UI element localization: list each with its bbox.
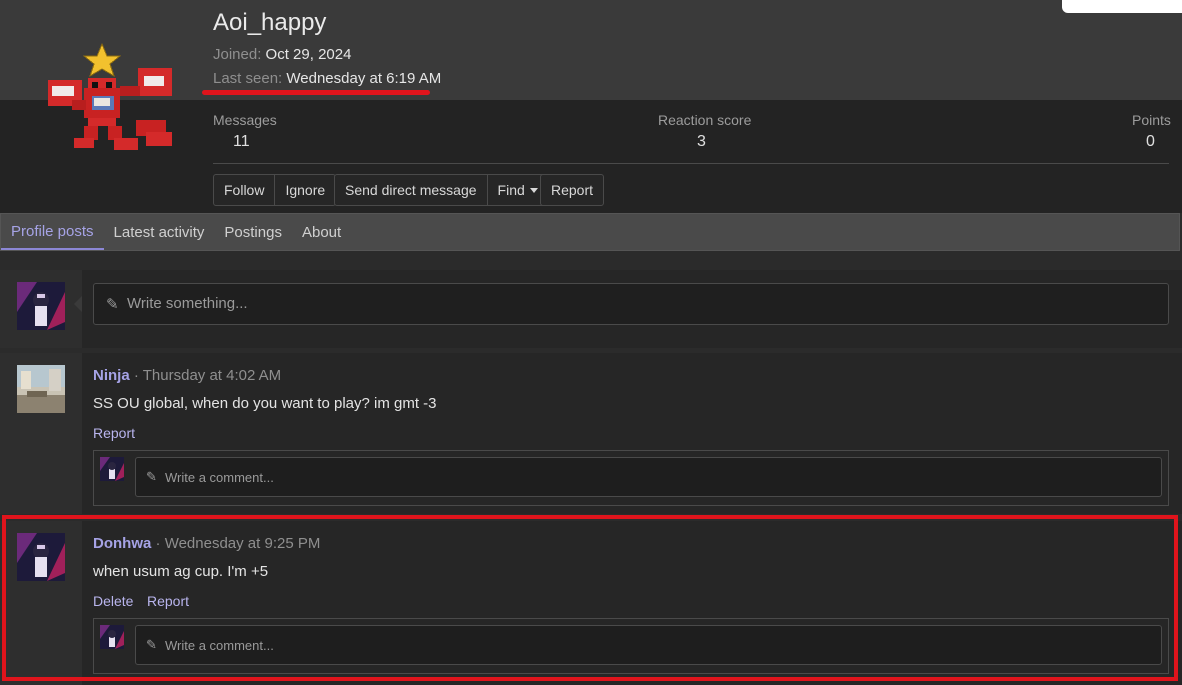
find-label: Find <box>497 182 525 198</box>
report-post-link[interactable]: Report <box>147 593 189 609</box>
messages-label: Messages <box>213 112 277 128</box>
donhwa-avatar[interactable] <box>17 533 65 581</box>
write-comment-input[interactable]: ✎ Write a comment... <box>135 625 1162 665</box>
points-value[interactable]: 0 <box>1146 133 1155 151</box>
reaction-score-label: Reaction score <box>658 112 752 128</box>
report-profile-button[interactable]: Report <box>541 175 603 205</box>
joined-value: Oct 29, 2024 <box>265 46 352 63</box>
post-body: when usum ag cup. I'm +5 <box>93 563 269 580</box>
write-something-placeholder: Write something... <box>127 295 248 312</box>
last-seen-info: Last seen: Wednesday at 6:19 AM <box>213 70 441 87</box>
post-author-link[interactable]: Ninja <box>93 367 130 384</box>
comment-avatar <box>100 625 124 649</box>
red-underline-annotation <box>202 90 430 95</box>
find-dropdown-button[interactable]: Find <box>488 175 548 205</box>
stats-divider <box>213 163 1169 164</box>
current-user-avatar[interactable] <box>17 282 65 330</box>
pencil-icon: ✎ <box>146 469 157 484</box>
tab-profile-posts[interactable]: Profile posts <box>1 214 104 250</box>
points-label: Points <box>1132 112 1171 128</box>
meta-separator: · <box>133 367 139 384</box>
comment-box: ✎ Write a comment... <box>93 618 1169 674</box>
comment-box: ✎ Write a comment... <box>93 450 1169 506</box>
report-post-link[interactable]: Report <box>93 425 135 441</box>
joined-label: Joined: <box>213 46 262 63</box>
message-find-group: Send direct message Find <box>334 174 549 206</box>
report-group: Report <box>540 174 605 206</box>
follow-button[interactable]: Follow <box>214 175 276 205</box>
post-meta: Donhwa · Wednesday at 9:25 PM <box>93 535 320 552</box>
profile-tabs: Profile posts Latest activity Postings A… <box>0 213 1180 251</box>
write-comment-placeholder: Write a comment... <box>165 638 274 653</box>
pencil-icon: ✎ <box>146 637 157 652</box>
write-comment-placeholder: Write a comment... <box>165 470 274 485</box>
post-meta: Ninja · Thursday at 4:02 AM <box>93 367 281 384</box>
reaction-score-value[interactable]: 3 <box>697 133 706 151</box>
ignore-button[interactable]: Ignore <box>275 175 335 205</box>
post-author-link[interactable]: Donhwa <box>93 535 151 552</box>
tab-about[interactable]: About <box>292 214 351 250</box>
last-seen-value[interactable]: Wednesday at 6:19 AM <box>286 70 441 87</box>
comment-avatar <box>100 457 124 481</box>
delete-post-link[interactable]: Delete <box>93 593 133 609</box>
last-seen-label: Last seen: <box>213 70 283 87</box>
post-body: SS OU global, when do you want to play? … <box>93 395 437 412</box>
post-timestamp[interactable]: Thursday at 4:02 AM <box>143 367 281 384</box>
top-overlay-box <box>1062 0 1182 13</box>
post-timestamp[interactable]: Wednesday at 9:25 PM <box>165 535 321 552</box>
chevron-down-icon <box>529 187 538 193</box>
messages-value[interactable]: 11 <box>233 133 250 151</box>
meta-separator: · <box>155 535 161 552</box>
tab-postings[interactable]: Postings <box>214 214 292 250</box>
write-comment-input[interactable]: ✎ Write a comment... <box>135 457 1162 497</box>
composer-pointer <box>74 296 82 312</box>
profile-avatar[interactable] <box>44 40 184 170</box>
tab-latest-activity[interactable]: Latest activity <box>104 214 215 250</box>
ninja-avatar[interactable] <box>17 365 65 413</box>
pencil-icon: ✎ <box>106 296 119 313</box>
write-something-input[interactable]: ✎ Write something... <box>93 283 1169 325</box>
follow-ignore-group: Follow Ignore <box>213 174 337 206</box>
joined-info: Joined: Oct 29, 2024 <box>213 46 351 63</box>
profile-username: Aoi_happy <box>213 9 327 36</box>
send-direct-message-button[interactable]: Send direct message <box>335 175 488 205</box>
